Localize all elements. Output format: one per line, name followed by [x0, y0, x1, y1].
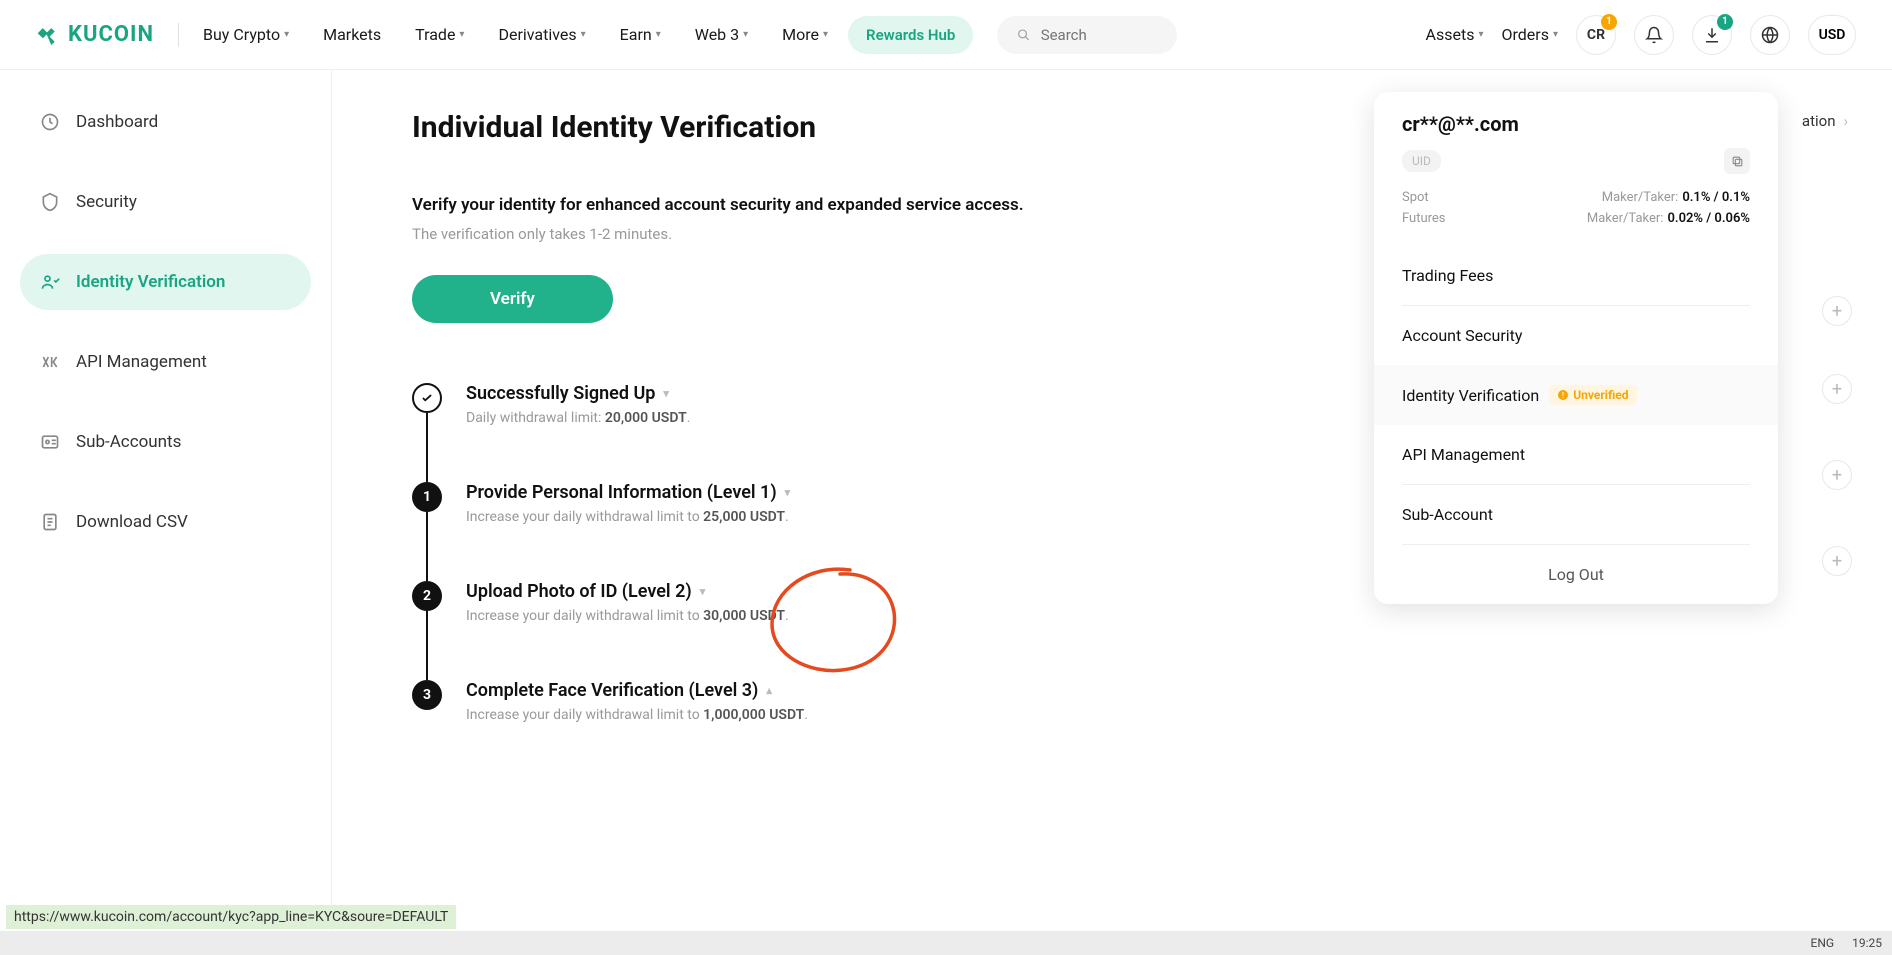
fee-spot-value: 0.1% / 0.1%: [1682, 190, 1750, 205]
globe-icon: [1761, 26, 1779, 44]
chevron-down-icon: ▾: [656, 29, 661, 40]
user-avatar-button[interactable]: CR 1: [1576, 15, 1616, 55]
expand-button[interactable]: +: [1822, 546, 1852, 576]
step-number: 1: [412, 482, 442, 512]
dashboard-icon: [40, 112, 60, 132]
logo-icon: [36, 23, 60, 47]
warning-icon: [1557, 389, 1569, 401]
top-nav: KUCOIN Buy Crypto▾ Markets Trade▾ Deriva…: [0, 0, 1892, 70]
unverified-badge: Unverified: [1549, 385, 1636, 405]
copy-icon: [1731, 155, 1744, 168]
step-desc: Increase your daily withdrawal limit to …: [466, 707, 1808, 723]
sidebar-item-label: Security: [76, 192, 137, 212]
uid-chip: UID: [1402, 150, 1441, 172]
download-app-button[interactable]: 1: [1692, 15, 1732, 55]
nav-trade[interactable]: Trade▾: [415, 25, 464, 44]
nav-orders[interactable]: Orders▾: [1502, 25, 1559, 44]
fee-futures-value: 0.02% / 0.06%: [1667, 211, 1750, 226]
panel-item-logout[interactable]: Log Out: [1374, 545, 1778, 604]
chevron-down-icon: ▾: [1478, 29, 1483, 40]
currency-button[interactable]: USD: [1808, 15, 1856, 55]
step-title[interactable]: Complete Face Verification (Level 3)▴: [466, 680, 1808, 701]
sidebar-item-label: Sub-Accounts: [76, 432, 181, 452]
panel-item-account-security[interactable]: Account Security: [1374, 306, 1778, 365]
panel-item-sub-account[interactable]: Sub-Account: [1374, 485, 1778, 544]
chevron-up-icon: ▴: [766, 684, 772, 697]
fee-futures-label: Futures: [1402, 211, 1446, 226]
sidebar-item-dashboard[interactable]: Dashboard: [20, 94, 311, 150]
panel-item-identity-verification[interactable]: Identity Verification Unverified: [1374, 365, 1778, 425]
search-box[interactable]: [997, 16, 1177, 54]
file-icon: [40, 512, 60, 532]
avatar-badge: 1: [1601, 14, 1617, 30]
shield-icon: [40, 192, 60, 212]
chevron-right-icon: ›: [1843, 112, 1848, 130]
expand-button[interactable]: +: [1822, 374, 1852, 404]
user-email: cr**@**.com: [1402, 112, 1750, 136]
chevron-down-icon: ▾: [459, 29, 464, 40]
step-number: 3: [412, 680, 442, 710]
logo[interactable]: KUCOIN: [36, 22, 154, 47]
check-icon: [412, 383, 442, 413]
taskbar-lang[interactable]: ENG: [1811, 936, 1835, 950]
panel-item-trading-fees[interactable]: Trading Fees: [1374, 246, 1778, 305]
breadcrumb[interactable]: ation ›: [1802, 112, 1848, 130]
sidebar-item-subaccounts[interactable]: Sub-Accounts: [20, 414, 311, 470]
sidebar-item-api[interactable]: API Management: [20, 334, 311, 390]
sidebar-item-label: Download CSV: [76, 512, 188, 532]
nav-buy-crypto[interactable]: Buy Crypto▾: [203, 25, 289, 44]
chevron-down-icon: ▾: [700, 585, 706, 598]
sidebar-item-security[interactable]: Security: [20, 174, 311, 230]
user-menu-panel: cr**@**.com UID Spot Maker/Taker:0.1% / …: [1374, 92, 1778, 604]
notifications-button[interactable]: [1634, 15, 1674, 55]
chevron-down-icon: ▾: [785, 486, 791, 499]
fee-spot-label: Spot: [1402, 190, 1429, 205]
chevron-down-icon: ▾: [663, 387, 669, 400]
nav-markets[interactable]: Markets: [323, 25, 381, 44]
sidebar: Dashboard Security Identity Verification…: [0, 70, 332, 955]
step-number: 2: [412, 581, 442, 611]
verify-button[interactable]: Verify: [412, 275, 613, 323]
rewards-hub-button[interactable]: Rewards Hub: [848, 16, 973, 54]
taskbar-time: 19:25: [1852, 936, 1882, 950]
search-icon: [1017, 27, 1030, 43]
expand-button[interactable]: +: [1822, 296, 1852, 326]
nav-assets[interactable]: Assets▾: [1426, 25, 1484, 44]
api-icon: [40, 352, 60, 372]
search-input[interactable]: [1041, 26, 1158, 44]
copy-button[interactable]: [1724, 148, 1750, 174]
url-tooltip: https://www.kucoin.com/account/kyc?app_l…: [6, 905, 456, 929]
expand-button[interactable]: +: [1822, 460, 1852, 490]
sidebar-item-download-csv[interactable]: Download CSV: [20, 494, 311, 550]
download-badge: 1: [1717, 14, 1733, 30]
user-check-icon: [40, 272, 60, 292]
chevron-down-icon: ▾: [1553, 29, 1558, 40]
nav-web3[interactable]: Web 3▾: [695, 25, 748, 44]
sidebar-item-label: API Management: [76, 352, 207, 372]
logo-text: KUCOIN: [68, 22, 154, 47]
chevron-down-icon: ▾: [823, 29, 828, 40]
nav-derivatives[interactable]: Derivatives▾: [498, 25, 585, 44]
divider: [178, 23, 179, 47]
nav-more[interactable]: More▾: [782, 25, 828, 44]
nav-earn[interactable]: Earn▾: [620, 25, 661, 44]
chevron-down-icon: ▾: [284, 29, 289, 40]
sidebar-item-label: Identity Verification: [76, 272, 225, 292]
step-desc: Increase your daily withdrawal limit to …: [466, 608, 1808, 624]
panel-item-api-management[interactable]: API Management: [1374, 425, 1778, 484]
sidebar-item-identity[interactable]: Identity Verification: [20, 254, 311, 310]
download-icon: [1703, 26, 1721, 44]
users-icon: [40, 432, 60, 452]
chevron-down-icon: ▾: [581, 29, 586, 40]
bell-icon: [1645, 26, 1663, 44]
step-level-3: 3 Complete Face Verification (Level 3)▴ …: [412, 680, 1808, 779]
language-button[interactable]: [1750, 15, 1790, 55]
chevron-down-icon: ▾: [743, 29, 748, 40]
taskbar: ENG 19:25: [0, 931, 1892, 955]
sidebar-item-label: Dashboard: [76, 112, 158, 132]
